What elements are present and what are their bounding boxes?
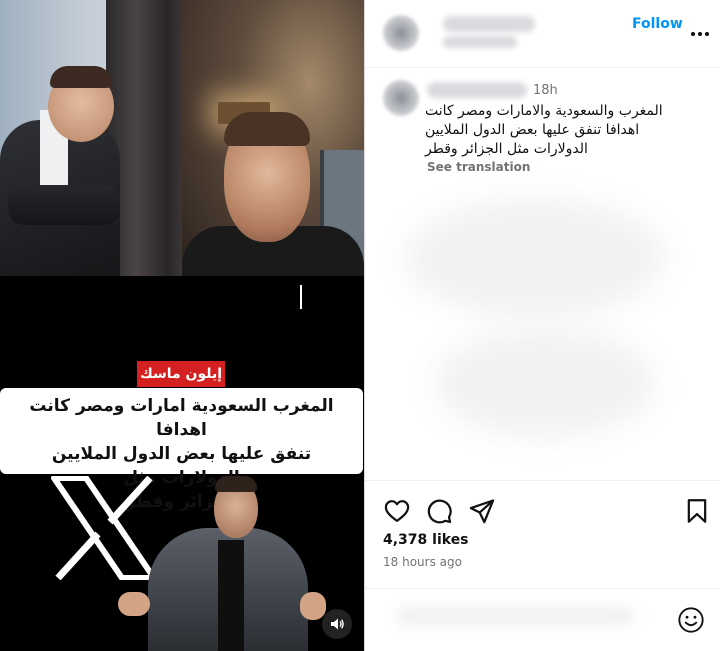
volume-icon [331, 618, 344, 630]
comment-text: المغرب والسعودية والامارات ومصر كانت اهد… [425, 102, 711, 159]
photo-left-panel [0, 0, 182, 276]
share-icon[interactable] [468, 497, 496, 525]
more-options-icon[interactable] [685, 18, 715, 38]
heart-icon[interactable] [383, 497, 411, 525]
blurred-region [435, 328, 655, 438]
text-cursor [300, 285, 302, 309]
speaker-hand [118, 592, 150, 616]
follow-button[interactable]: Follow [632, 16, 683, 32]
comment-time: 18h [533, 83, 558, 98]
author-avatar[interactable] [383, 15, 419, 51]
person-hair [50, 66, 112, 88]
post-header: Follow [365, 0, 720, 68]
speaker-hair [215, 476, 257, 492]
media-top-image [0, 0, 364, 276]
comments-section: 18h المغرب والسعودية والامارات ومصر كانت… [365, 68, 720, 480]
commenter-name-blurred[interactable] [427, 82, 527, 98]
action-bar [365, 480, 720, 540]
comment-line: المغرب والسعودية والامارات ومصر كانت [425, 103, 663, 119]
author-name-blurred[interactable] [443, 16, 535, 32]
emoji-icon[interactable] [677, 606, 705, 634]
post-side-panel: Follow 18h المغرب والسعودية والامارات وم… [364, 0, 720, 651]
post-timestamp[interactable]: 18 hours ago [383, 555, 462, 569]
video-caption: المغرب السعودية امارات ومصر كانت اهدافا … [0, 388, 363, 512]
comment-line: اهدافا تنفق عليها بعض الدول الملايين [425, 122, 640, 138]
caption-line: المغرب السعودية امارات ومصر كانت اهدافا [29, 396, 334, 440]
author-subtitle-blurred [443, 36, 517, 48]
name-badge: إيلون ماسك [137, 361, 225, 387]
speaker-shirt [218, 540, 244, 651]
comment-input-blurred[interactable] [395, 605, 635, 627]
speaker-hand [300, 592, 326, 620]
blurred-region [405, 198, 665, 318]
x-logo [51, 476, 157, 580]
see-translation-link[interactable]: See translation [427, 160, 530, 174]
post-media[interactable]: إيلون ماسك المغرب السعودية امارات ومصر ك… [0, 0, 364, 651]
volume-button[interactable] [322, 609, 352, 639]
bookmark-icon[interactable] [683, 497, 711, 525]
comment-line: الدولارات مثل الجزائر وقطر [425, 141, 588, 157]
person-hair [224, 112, 310, 146]
add-comment-bar [365, 588, 720, 651]
photo-right-panel [182, 0, 364, 276]
person-crossed-arms [8, 185, 120, 225]
commenter-avatar[interactable] [383, 80, 419, 116]
comment-icon[interactable] [425, 497, 453, 525]
like-count[interactable]: 4,378 likes [383, 532, 469, 548]
